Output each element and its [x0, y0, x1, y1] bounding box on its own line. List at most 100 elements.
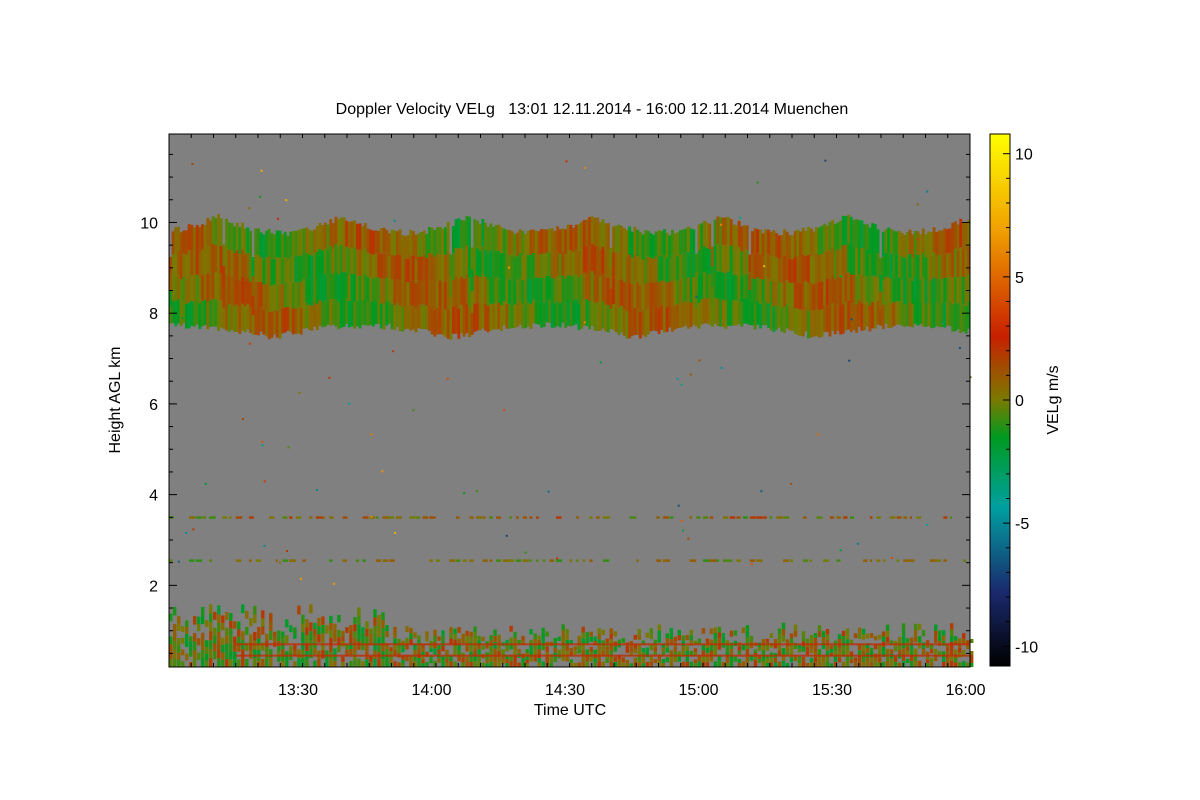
cloud-layer-cell [892, 230, 896, 255]
cloud-layer-cell [532, 299, 535, 324]
cloud-layer-cell [585, 272, 589, 300]
cloud-layer-cell [281, 259, 284, 284]
boundary-layer-cell [689, 661, 693, 667]
cloud-layer-cell [590, 271, 594, 299]
boundary-layer-cell [917, 636, 922, 643]
cloud-layer-cell [729, 245, 733, 273]
cloud-layer-cell [951, 304, 955, 332]
cloud-layer-cell [679, 303, 682, 328]
boundary-layer-cell [697, 661, 702, 667]
aerosol-layer-cell [235, 559, 242, 562]
cloud-layer-cell [548, 299, 551, 323]
cloud-layer-cell [465, 245, 469, 275]
cloud-layer-cell [809, 282, 813, 311]
cloud-layer-cell [553, 255, 557, 280]
boundary-layer-cell [597, 633, 601, 640]
cloud-layer-cell [751, 231, 754, 255]
boundary-layer-cell [837, 648, 842, 653]
boundary-layer-cell [169, 659, 173, 667]
cloud-layer-cell [668, 235, 672, 259]
cloud-layer-cell [703, 297, 706, 324]
cloud-layer-cell [371, 254, 375, 279]
cloud-layer-cell [265, 283, 268, 310]
boundary-layer-cell [773, 657, 778, 663]
cloud-layer-cell [326, 224, 330, 250]
cloud-layer-cell [601, 219, 605, 247]
cloud-layer-cell [310, 255, 314, 281]
boundary-layer-cell [453, 628, 457, 635]
cloud-layer-cell [428, 304, 431, 331]
cloud-layer-cell [596, 274, 600, 303]
cloud-layer-cell [847, 243, 851, 273]
aerosol-layer-cell [322, 516, 325, 519]
cloud-layer-cell [329, 299, 333, 326]
cloud-layer-cell [777, 304, 781, 328]
boundary-layer-cell [885, 636, 890, 643]
boundary-layer-cell [865, 657, 870, 663]
cloud-layer-cell [777, 235, 781, 259]
cloud-layer-cell [598, 303, 602, 331]
cloud-layer-cell [852, 247, 856, 275]
boundary-layer-cell [409, 633, 413, 640]
boundary-layer-cell [209, 631, 213, 641]
cloud-layer-cell [646, 230, 650, 257]
cloud-layer-cell [636, 229, 640, 257]
boundary-layer-cell [589, 636, 593, 642]
boundary-layer-cell [445, 649, 449, 655]
boundary-layer-cell [229, 636, 233, 644]
boundary-layer-cell [761, 644, 766, 651]
boundary-layer-cell [437, 658, 441, 663]
boundary-layer-cell [201, 615, 205, 625]
cloud-layer-cell [791, 283, 794, 307]
boundary-layer-cell [845, 661, 850, 667]
cloud-layer-cell [865, 301, 869, 327]
boundary-layer-cell [881, 646, 886, 652]
cloud-layer-cell [732, 249, 736, 275]
boundary-layer-cell [905, 646, 910, 651]
cloud-layer-cell [278, 257, 282, 285]
cloud-layer-cell [673, 305, 677, 330]
cloud-layer-cell [516, 232, 519, 257]
boundary-layer-cell [433, 648, 437, 655]
cloud-layer-cell [582, 220, 586, 247]
aerosol-layer-cell [309, 516, 313, 519]
cloud-layer-cell [817, 282, 821, 310]
cloud-layer-cell [622, 228, 626, 255]
y-tick-label: 10 [140, 215, 158, 232]
boundary-layer-cell [905, 650, 910, 655]
aerosol-layer-cell [489, 516, 493, 519]
cloud-layer-cell [513, 304, 517, 329]
boundary-layer-cell [177, 645, 181, 653]
boundary-layer-cell [925, 659, 930, 664]
boundary-layer-cell [277, 635, 281, 641]
boundary-layer-cell [817, 631, 822, 638]
noise-pixel [817, 433, 820, 436]
cloud-layer-cell [679, 279, 682, 304]
cloud-layer-cell [668, 258, 672, 282]
cloud-layer-cell [297, 281, 301, 308]
noise-pixel [565, 160, 568, 163]
cloud-layer-cell [401, 283, 405, 308]
cloud-layer-cell [420, 304, 423, 329]
boundary-layer-cell [505, 639, 509, 644]
cloud-layer-cell [374, 300, 378, 324]
cloud-layer-cell [398, 229, 402, 255]
cloud-layer-cell [513, 281, 517, 305]
boundary-layer-cell [966, 662, 970, 667]
cloud-layer-cell [831, 219, 835, 248]
boundary-layer-cell [357, 615, 361, 625]
cloud-layer-cell [943, 253, 947, 278]
cloud-layer-cell [331, 223, 335, 249]
cloud-layer-cell [281, 234, 284, 259]
cloud-layer-cell [913, 230, 917, 255]
boundary-layer-cell [209, 640, 213, 650]
cloud-layer-cell [783, 281, 786, 307]
aerosol-layer-cell [169, 559, 173, 562]
boundary-layer-cell [509, 637, 513, 644]
cloud-layer-cell [534, 230, 538, 254]
cloud-layer-cell [484, 276, 487, 304]
cloud-layer-cell [833, 223, 837, 252]
boundary-layer-cell [197, 652, 201, 660]
cloud-layer-cell [185, 230, 188, 255]
cloud-layer-cell [174, 276, 178, 302]
